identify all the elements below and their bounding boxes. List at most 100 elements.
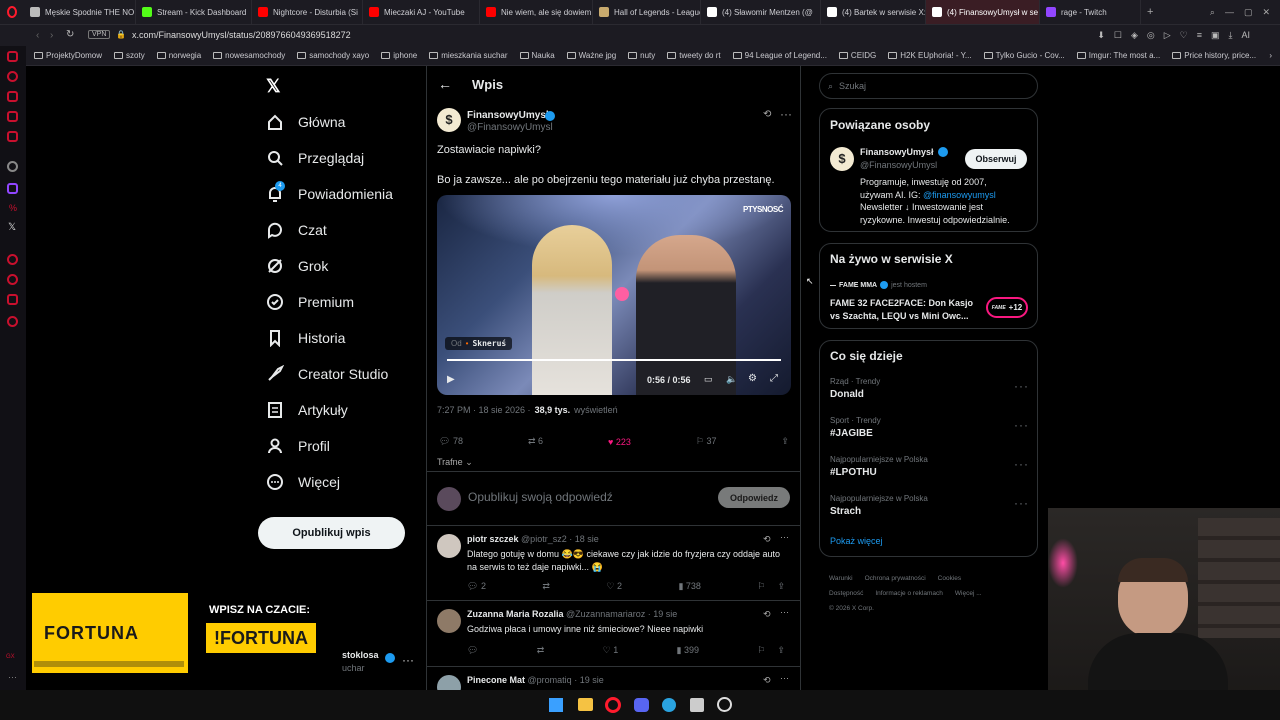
telegram-icon[interactable]: [662, 698, 676, 712]
related-avatar[interactable]: $: [830, 147, 854, 171]
trend-item[interactable]: Najpopularniejsze w Polska #LPOTHU ···: [820, 455, 1039, 494]
minimize-icon[interactable]: —: [1225, 7, 1234, 18]
bookmark-item[interactable]: samochody xayo: [297, 51, 369, 60]
video-source-label[interactable]: Od • Skneruś: [445, 337, 513, 350]
nav-item-4[interactable]: Grok: [266, 248, 426, 284]
play-icon[interactable]: ▶: [447, 374, 455, 385]
browser-tab[interactable]: Mieczaki AJ - YouTube: [363, 0, 480, 24]
share-icon[interactable]: ⇪: [781, 436, 789, 447]
browser-tab[interactable]: Nie wiem, ale się dowiem: [480, 0, 593, 24]
browser-tab[interactable]: (4) Sławomir Mentzen (@: [701, 0, 821, 24]
like-action[interactable]: ♥ 223: [608, 437, 631, 447]
fullscreen-icon[interactable]: ⤢: [770, 373, 778, 384]
new-tab-icon[interactable]: +: [1147, 6, 1153, 18]
nav-item-6[interactable]: Historia: [266, 320, 426, 356]
bookmark-icon[interactable]: ⚐: [757, 645, 765, 656]
footer-link[interactable]: Cookies: [938, 575, 961, 582]
video-progress-track[interactable]: [447, 359, 781, 361]
obs-icon[interactable]: [717, 697, 732, 712]
browser-tab[interactable]: Nightcore - Disturbia (Si: [252, 0, 363, 24]
url-field[interactable]: x.com/FinansowyUmysl/status/208976604936…: [132, 30, 351, 40]
live-listeners[interactable]: FAME +12: [986, 297, 1028, 318]
repost-action[interactable]: ⇄ 6: [528, 436, 543, 447]
nav-item-7[interactable]: Creator Studio: [266, 356, 426, 392]
reply-author-name[interactable]: piotr szczek: [467, 534, 519, 544]
show-more-link[interactable]: Pokaż więcej: [830, 536, 883, 546]
sidebar-chat-icon[interactable]: [7, 51, 18, 62]
bookmarks-overflow-icon[interactable]: ›: [1269, 51, 1280, 60]
reply-button[interactable]: Odpowiedz: [718, 487, 790, 508]
bookmark-item[interactable]: H2K EUphoria! - Y...: [888, 51, 972, 60]
grok-explain-icon[interactable]: ⟲: [763, 609, 771, 620]
bookmark-action[interactable]: ⚐ 37: [696, 436, 717, 447]
footer-link[interactable]: Ochrona prywatności: [865, 575, 926, 582]
reply-action[interactable]: 💬︎ 2: [467, 581, 486, 592]
shield-icon[interactable]: ◈: [1131, 30, 1138, 41]
nav-item-0[interactable]: Główna: [266, 104, 426, 140]
browser-tab[interactable]: Hall of Legends - League: [593, 0, 701, 24]
sidebar-media-icon[interactable]: [7, 131, 18, 142]
menu-icon[interactable]: ≡: [1197, 30, 1202, 41]
nav-item-3[interactable]: Czat: [266, 212, 426, 248]
bookmark-item[interactable]: Ważne jpg: [566, 51, 616, 60]
reply-action[interactable]: 💬︎: [467, 645, 478, 656]
opera-taskbar-icon[interactable]: [605, 697, 621, 713]
reload-icon[interactable]: ↻: [66, 29, 74, 40]
bookmark-item[interactable]: 94 League of Legend...: [732, 51, 827, 60]
author-handle[interactable]: @FinansowyUmysl: [467, 122, 553, 133]
bookmark-item[interactable]: iphone: [381, 51, 417, 60]
reply-author-handle[interactable]: @Zuzannamariaroz: [566, 609, 645, 619]
bookmark-item[interactable]: Tylko Gucio - Cov...: [983, 51, 1065, 60]
browser-tab[interactable]: rage - Twitch: [1040, 0, 1141, 24]
vpn-badge[interactable]: VPN: [88, 30, 111, 39]
maximize-icon[interactable]: ▢: [1244, 7, 1253, 18]
back-icon[interactable]: ‹: [36, 30, 39, 41]
author-name[interactable]: FinansowyUmysł: [467, 110, 549, 121]
like-action[interactable]: ♡ 1: [603, 645, 619, 656]
browser-tab[interactable]: (4) FinansowyUmysł w se: [926, 0, 1040, 24]
reply-author-handle[interactable]: @piotr_sz2: [521, 534, 567, 544]
video-player[interactable]: PTYSNOSĆ Od • Skneruś ▶ 0:56 / 0:56 ▭ 🔈 …: [437, 195, 791, 395]
grok-explain-icon[interactable]: ⟲: [763, 534, 771, 545]
discord-icon[interactable]: [634, 698, 649, 712]
settings-icon[interactable]: ⚙: [748, 373, 757, 384]
sidebar-aria-icon[interactable]: [7, 71, 18, 82]
x-logo-icon[interactable]: 𝕏: [266, 76, 281, 97]
search-input[interactable]: ⌕ Szukaj: [819, 73, 1038, 99]
bookmark-item[interactable]: nuty: [628, 51, 655, 60]
extension-icon[interactable]: ⬇: [1097, 30, 1105, 41]
nav-item-2[interactable]: 4 Powiadomienia: [266, 176, 426, 212]
share-icon[interactable]: ⇪: [777, 645, 785, 656]
bookmark-item[interactable]: szoty: [114, 51, 145, 60]
trend-more-icon[interactable]: ···: [1014, 496, 1029, 510]
search-tabs-icon[interactable]: ⌕: [1210, 7, 1215, 18]
sidebar-history-icon[interactable]: [7, 254, 18, 265]
repost-icon[interactable]: ⇄: [537, 645, 545, 656]
sidebar-twitch-icon[interactable]: [7, 183, 18, 194]
sidebar-wallet-icon[interactable]: [7, 111, 18, 122]
sidebar-pin-icon[interactable]: [7, 294, 18, 305]
nav-item-9[interactable]: Profil: [266, 428, 426, 464]
related-handle[interactable]: @FinansowyUmysl: [860, 160, 937, 170]
trend-more-icon[interactable]: ···: [1014, 457, 1029, 471]
trend-item[interactable]: Najpopularniejsze w Polska Strach ···: [820, 494, 1039, 533]
sidebar-chatgpt-icon[interactable]: [7, 161, 18, 172]
nav-item-10[interactable]: Więcej: [266, 464, 426, 500]
sort-dropdown[interactable]: Trafne ⌄: [437, 457, 473, 468]
trend-item[interactable]: Sport · Trendy #JAGIBE ···: [820, 416, 1039, 455]
camera-icon[interactable]: ◎: [1147, 30, 1155, 41]
footer-link[interactable]: Dostępność: [829, 590, 863, 597]
footer-link[interactable]: Więcej ...: [955, 590, 982, 597]
views-action[interactable]: ▮ 399: [677, 645, 700, 656]
windows-start-icon[interactable]: [549, 698, 563, 712]
reply-item[interactable]: Zuzanna Maria Rozalia @Zuzannamariaroz ·…: [427, 601, 800, 667]
follow-button[interactable]: Obserwuj: [965, 149, 1027, 169]
reply-input[interactable]: Opublikuj swoją odpowiedź: [468, 490, 613, 504]
grok-explain-icon[interactable]: ⟲: [763, 109, 771, 120]
heart-icon[interactable]: ♡: [1180, 30, 1188, 41]
footer-link[interactable]: Warunki: [829, 575, 853, 582]
sidebar-shopping-icon[interactable]: [7, 91, 18, 102]
bookmark-item[interactable]: norwegia: [156, 51, 201, 60]
author-avatar[interactable]: $: [437, 108, 461, 132]
volume-icon[interactable]: 🔈: [726, 374, 737, 385]
